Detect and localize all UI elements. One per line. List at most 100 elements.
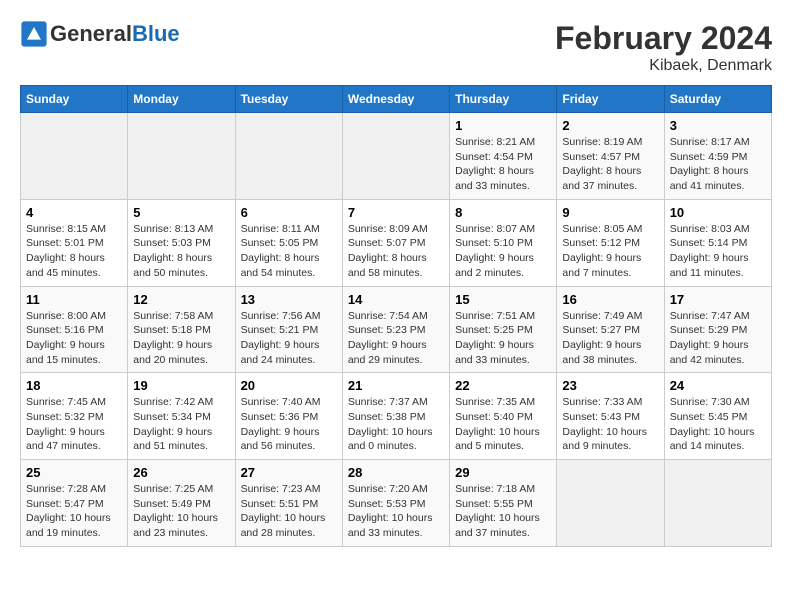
calendar-cell: 17 Sunrise: 7:47 AM Sunset: 5:29 PM Dayli… xyxy=(664,286,771,373)
day-info: Sunrise: 8:15 AM Sunset: 5:01 PM Dayligh… xyxy=(26,222,122,281)
calendar-row-0: 1Sunrise: 8:21 AM Sunset: 4:54 PM Daylig… xyxy=(21,113,772,200)
day-info: Sunrise: 7:28 AM Sunset: 5:47 PM Dayligh… xyxy=(26,482,122,541)
day-number: 23 xyxy=(562,378,658,393)
calendar-cell xyxy=(557,460,664,547)
day-number: 2 xyxy=(562,118,658,133)
header-row: SundayMondayTuesdayWednesdayThursdayFrid… xyxy=(21,86,772,113)
calendar-cell: 18 Sunrise: 7:45 AM Sunset: 5:32 PM Dayli… xyxy=(21,373,128,460)
day-info: Sunrise: 7:45 AM Sunset: 5:32 PM Dayligh… xyxy=(26,395,122,454)
calendar-cell: 27 Sunrise: 7:23 AM Sunset: 5:51 PM Dayli… xyxy=(235,460,342,547)
calendar-cell: 10 Sunrise: 8:03 AM Sunset: 5:14 PM Dayli… xyxy=(664,199,771,286)
calendar-cell: 3 Sunrise: 8:17 AM Sunset: 4:59 PM Daylig… xyxy=(664,113,771,200)
day-number: 17 xyxy=(670,292,766,307)
day-number: 18 xyxy=(26,378,122,393)
day-info: Sunrise: 8:05 AM Sunset: 5:12 PM Dayligh… xyxy=(562,222,658,281)
day-number: 1 xyxy=(455,118,551,133)
day-info: Sunrise: 7:47 AM Sunset: 5:29 PM Dayligh… xyxy=(670,309,766,368)
day-number: 10 xyxy=(670,205,766,220)
logo-general-text: General xyxy=(50,21,132,46)
calendar-table: SundayMondayTuesdayWednesdayThursdayFrid… xyxy=(20,85,772,547)
day-number: 7 xyxy=(348,205,444,220)
day-info: Sunrise: 7:33 AM Sunset: 5:43 PM Dayligh… xyxy=(562,395,658,454)
calendar-cell: 22Sunrise: 7:35 AM Sunset: 5:40 PM Dayli… xyxy=(450,373,557,460)
calendar-row-3: 18 Sunrise: 7:45 AM Sunset: 5:32 PM Dayli… xyxy=(21,373,772,460)
calendar-cell: 2 Sunrise: 8:19 AM Sunset: 4:57 PM Daylig… xyxy=(557,113,664,200)
calendar-cell: 6 Sunrise: 8:11 AM Sunset: 5:05 PM Daylig… xyxy=(235,199,342,286)
calendar-cell: 20Sunrise: 7:40 AM Sunset: 5:36 PM Dayli… xyxy=(235,373,342,460)
day-info: Sunrise: 7:54 AM Sunset: 5:23 PM Dayligh… xyxy=(348,309,444,368)
calendar-cell: 1Sunrise: 8:21 AM Sunset: 4:54 PM Daylig… xyxy=(450,113,557,200)
calendar-cell: 8 Sunrise: 8:07 AM Sunset: 5:10 PM Daylig… xyxy=(450,199,557,286)
day-number: 3 xyxy=(670,118,766,133)
logo: GeneralBlue xyxy=(20,20,180,48)
day-number: 13 xyxy=(241,292,337,307)
calendar-cell: 23 Sunrise: 7:33 AM Sunset: 5:43 PM Dayli… xyxy=(557,373,664,460)
calendar-cell xyxy=(664,460,771,547)
calendar-row-1: 4 Sunrise: 8:15 AM Sunset: 5:01 PM Daylig… xyxy=(21,199,772,286)
day-number: 24 xyxy=(670,378,766,393)
day-info: Sunrise: 7:56 AM Sunset: 5:21 PM Dayligh… xyxy=(241,309,337,368)
day-number: 8 xyxy=(455,205,551,220)
logo-blue-text: Blue xyxy=(132,21,180,46)
day-info: Sunrise: 8:13 AM Sunset: 5:03 PM Dayligh… xyxy=(133,222,229,281)
header-cell-tuesday: Tuesday xyxy=(235,86,342,113)
day-info: Sunrise: 7:42 AM Sunset: 5:34 PM Dayligh… xyxy=(133,395,229,454)
day-info: Sunrise: 7:23 AM Sunset: 5:51 PM Dayligh… xyxy=(241,482,337,541)
day-number: 6 xyxy=(241,205,337,220)
day-info: Sunrise: 7:49 AM Sunset: 5:27 PM Dayligh… xyxy=(562,309,658,368)
day-number: 21 xyxy=(348,378,444,393)
day-number: 4 xyxy=(26,205,122,220)
page-title: February 2024 xyxy=(555,20,772,57)
day-info: Sunrise: 7:30 AM Sunset: 5:45 PM Dayligh… xyxy=(670,395,766,454)
day-number: 25 xyxy=(26,465,122,480)
day-info: Sunrise: 8:07 AM Sunset: 5:10 PM Dayligh… xyxy=(455,222,551,281)
page-header: GeneralBlue February 2024 Kibaek, Denmar… xyxy=(20,20,772,75)
calendar-header: SundayMondayTuesdayWednesdayThursdayFrid… xyxy=(21,86,772,113)
calendar-cell xyxy=(21,113,128,200)
calendar-cell: 9 Sunrise: 8:05 AM Sunset: 5:12 PM Daylig… xyxy=(557,199,664,286)
day-info: Sunrise: 7:37 AM Sunset: 5:38 PM Dayligh… xyxy=(348,395,444,454)
day-info: Sunrise: 8:19 AM Sunset: 4:57 PM Dayligh… xyxy=(562,135,658,194)
day-info: Sunrise: 8:09 AM Sunset: 5:07 PM Dayligh… xyxy=(348,222,444,281)
calendar-cell: 16 Sunrise: 7:49 AM Sunset: 5:27 PM Dayli… xyxy=(557,286,664,373)
calendar-cell: 5 Sunrise: 8:13 AM Sunset: 5:03 PM Daylig… xyxy=(128,199,235,286)
day-info: Sunrise: 8:17 AM Sunset: 4:59 PM Dayligh… xyxy=(670,135,766,194)
day-number: 28 xyxy=(348,465,444,480)
day-number: 15 xyxy=(455,292,551,307)
calendar-row-4: 25 Sunrise: 7:28 AM Sunset: 5:47 PM Dayli… xyxy=(21,460,772,547)
day-info: Sunrise: 8:03 AM Sunset: 5:14 PM Dayligh… xyxy=(670,222,766,281)
calendar-cell: 21 Sunrise: 7:37 AM Sunset: 5:38 PM Dayli… xyxy=(342,373,449,460)
day-number: 20 xyxy=(241,378,337,393)
day-number: 19 xyxy=(133,378,229,393)
day-info: Sunrise: 8:00 AM Sunset: 5:16 PM Dayligh… xyxy=(26,309,122,368)
header-cell-monday: Monday xyxy=(128,86,235,113)
calendar-cell: 24 Sunrise: 7:30 AM Sunset: 5:45 PM Dayli… xyxy=(664,373,771,460)
day-info: Sunrise: 7:58 AM Sunset: 5:18 PM Dayligh… xyxy=(133,309,229,368)
day-info: Sunrise: 7:35 AM Sunset: 5:40 PM Dayligh… xyxy=(455,395,551,454)
title-block: February 2024 Kibaek, Denmark xyxy=(555,20,772,75)
day-number: 5 xyxy=(133,205,229,220)
day-info: Sunrise: 7:18 AM Sunset: 5:55 PM Dayligh… xyxy=(455,482,551,541)
header-cell-thursday: Thursday xyxy=(450,86,557,113)
day-info: Sunrise: 8:11 AM Sunset: 5:05 PM Dayligh… xyxy=(241,222,337,281)
calendar-cell: 12 Sunrise: 7:58 AM Sunset: 5:18 PM Dayli… xyxy=(128,286,235,373)
day-number: 12 xyxy=(133,292,229,307)
page-subtitle: Kibaek, Denmark xyxy=(555,57,772,75)
day-number: 11 xyxy=(26,292,122,307)
calendar-body: 1Sunrise: 8:21 AM Sunset: 4:54 PM Daylig… xyxy=(21,113,772,547)
calendar-cell xyxy=(342,113,449,200)
day-number: 27 xyxy=(241,465,337,480)
logo-icon xyxy=(20,20,48,48)
day-number: 14 xyxy=(348,292,444,307)
calendar-cell: 29Sunrise: 7:18 AM Sunset: 5:55 PM Dayli… xyxy=(450,460,557,547)
day-info: Sunrise: 7:25 AM Sunset: 5:49 PM Dayligh… xyxy=(133,482,229,541)
day-number: 16 xyxy=(562,292,658,307)
calendar-cell: 19 Sunrise: 7:42 AM Sunset: 5:34 PM Dayli… xyxy=(128,373,235,460)
calendar-cell: 25 Sunrise: 7:28 AM Sunset: 5:47 PM Dayli… xyxy=(21,460,128,547)
calendar-cell: 15Sunrise: 7:51 AM Sunset: 5:25 PM Dayli… xyxy=(450,286,557,373)
day-number: 9 xyxy=(562,205,658,220)
calendar-cell: 13 Sunrise: 7:56 AM Sunset: 5:21 PM Dayli… xyxy=(235,286,342,373)
calendar-cell: 28Sunrise: 7:20 AM Sunset: 5:53 PM Dayli… xyxy=(342,460,449,547)
header-cell-saturday: Saturday xyxy=(664,86,771,113)
calendar-cell xyxy=(235,113,342,200)
